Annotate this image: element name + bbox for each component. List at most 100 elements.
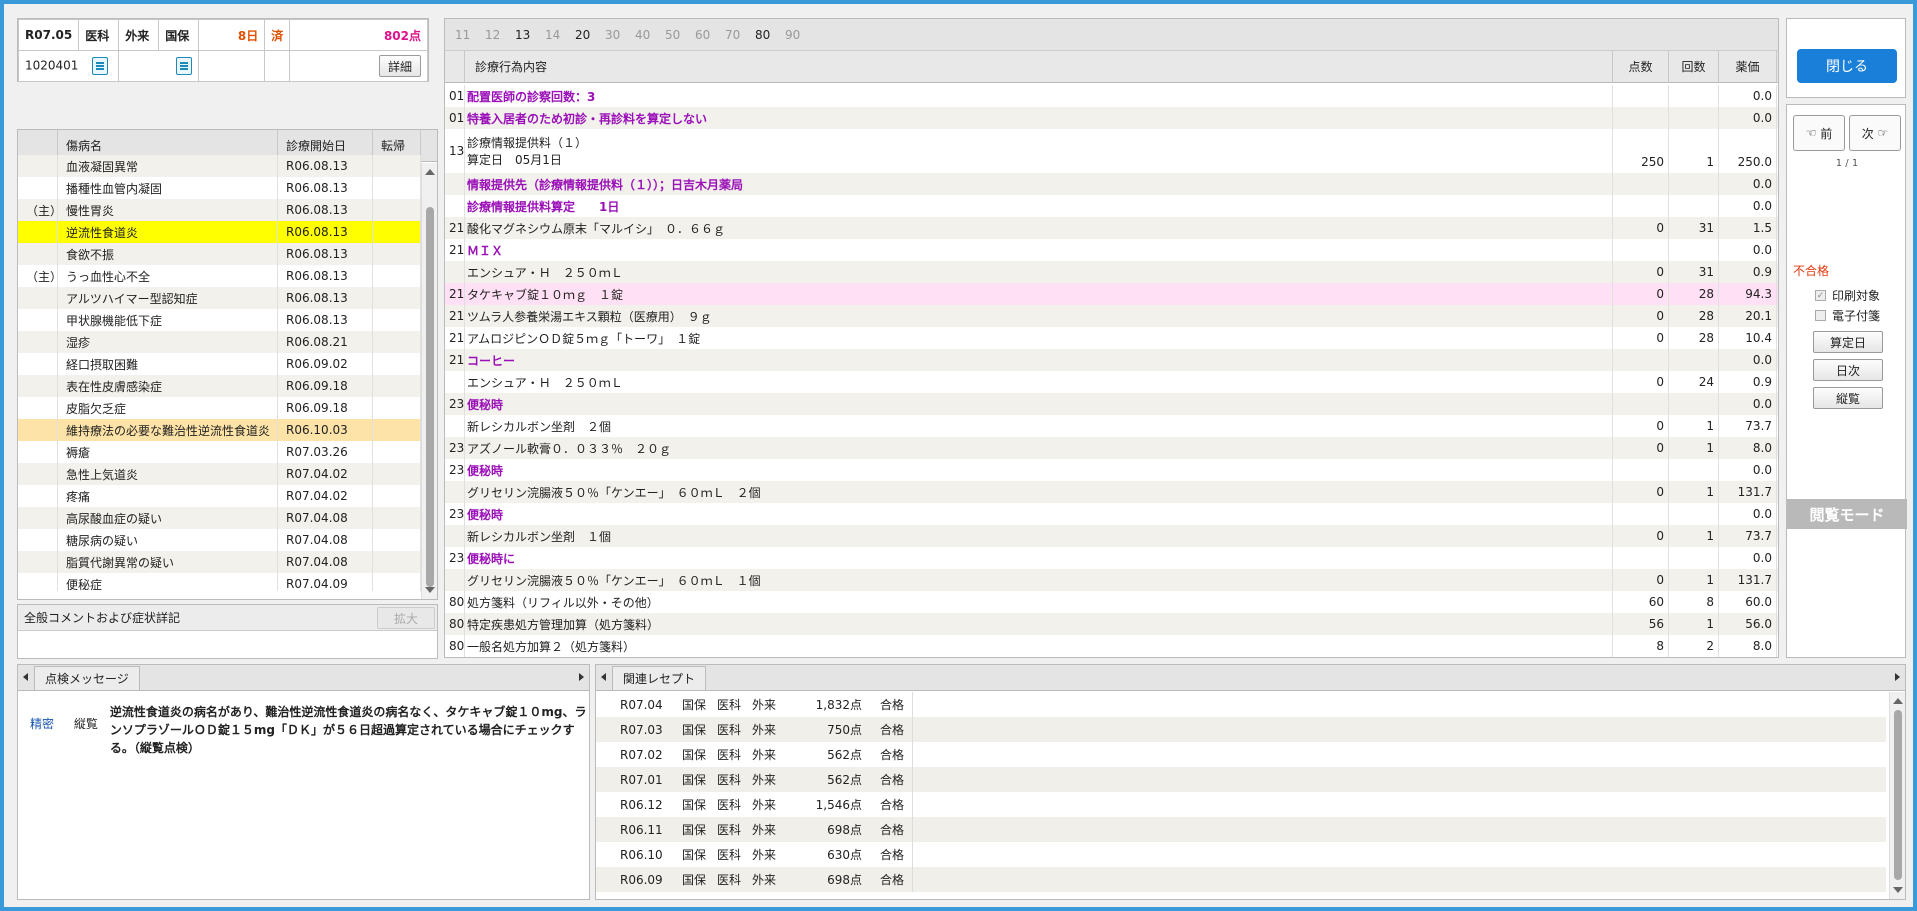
treatment-row[interactable]: 情報提供先（診療情報提供料（１））；日吉木月薬局 0.0 bbox=[445, 173, 1778, 195]
disease-row[interactable]: 高尿酸血症の疑い R07.04.08 bbox=[18, 507, 421, 529]
tab-category[interactable]: 70 bbox=[725, 28, 755, 42]
disease-main-mark bbox=[18, 177, 58, 199]
related-receipt-row[interactable]: R06.12 国保 医科 外来 1,546点 合格 bbox=[596, 792, 1886, 817]
disease-row[interactable]: 疼痛 R07.04.02 bbox=[18, 485, 421, 507]
checkbox-unchecked-icon[interactable] bbox=[1815, 310, 1826, 321]
document-icon[interactable] bbox=[92, 57, 109, 75]
calc-day-button[interactable]: 算定日 bbox=[1813, 331, 1883, 353]
disease-scrollbar[interactable] bbox=[421, 163, 437, 599]
document-icon[interactable] bbox=[176, 57, 193, 75]
print-target-checkbox[interactable]: ✓ 印刷対象 bbox=[1815, 287, 1880, 304]
daily-button[interactable]: 日次 bbox=[1813, 359, 1883, 381]
disease-row[interactable]: 逆流性食道炎 R06.08.13 bbox=[18, 221, 421, 243]
disease-row[interactable]: （主）うっ血性心不全R06.08.13 bbox=[18, 265, 421, 287]
disease-row[interactable]: 便秘症 R07.04.09 bbox=[18, 573, 421, 591]
treatment-row[interactable]: エンシュア・Ｈ ２５０ｍＬ 0 31 0.9 bbox=[445, 261, 1778, 283]
close-button[interactable]: 閉じる bbox=[1797, 49, 1897, 83]
disease-row[interactable]: 褥瘡 R07.03.26 bbox=[18, 441, 421, 463]
tab-category[interactable]: 14 bbox=[545, 28, 575, 42]
tab-category[interactable]: 40 bbox=[635, 28, 665, 42]
chevron-right-icon[interactable] bbox=[1895, 673, 1900, 681]
tab-category[interactable]: 20 bbox=[575, 28, 605, 42]
treatment-row[interactable]: 21 アムロジピンＯＤ錠５ｍｇ「トーワ」 １錠 0 28 10.4 bbox=[445, 327, 1778, 349]
related-receipt-row[interactable]: R07.01 国保 医科 外来 562点 合格 bbox=[596, 767, 1886, 792]
disease-row[interactable]: 表在性皮膚感染症 R06.09.18 bbox=[18, 375, 421, 397]
related-scrollbar[interactable] bbox=[1889, 692, 1905, 899]
treatment-row[interactable]: 23 便秘時 0.0 bbox=[445, 503, 1778, 525]
treatment-line: 便秘時 bbox=[467, 463, 504, 478]
expand-button[interactable]: 拡大 bbox=[377, 607, 435, 629]
treatment-row[interactable]: 13 診療情報提供料（１） 算定日 05月1日 250 1 250.0 bbox=[445, 129, 1778, 173]
detail-button[interactable]: 詳細 bbox=[378, 55, 421, 77]
tab-category[interactable]: 60 bbox=[695, 28, 725, 42]
tab-category[interactable]: 90 bbox=[785, 28, 815, 42]
treatment-row[interactable]: 01 特養入居者のため初診・再診料を算定しない 0.0 bbox=[445, 107, 1778, 129]
related-receipt-row[interactable]: R06.11 国保 医科 外来 698点 合格 bbox=[596, 817, 1886, 842]
treatment-content: 情報提供先（診療情報提供料（１））；日吉木月薬局 bbox=[465, 173, 1613, 195]
treatment-row[interactable]: エンシュア・Ｈ ２５０ｍＬ 0 24 0.9 bbox=[445, 371, 1778, 393]
treatment-row[interactable]: 21 コーヒー 0.0 bbox=[445, 349, 1778, 371]
disease-row[interactable]: 湿疹 R06.08.21 bbox=[18, 331, 421, 353]
treatment-row[interactable]: 21 タケキャブ錠１０ｍｇ １錠 0 28 94.3 bbox=[445, 283, 1778, 305]
disease-row[interactable]: 脂質代謝異常の疑い R07.04.08 bbox=[18, 551, 421, 573]
tab-category[interactable]: 50 bbox=[665, 28, 695, 42]
treatment-row[interactable]: 診療情報提供料算定 1日 0.0 bbox=[445, 195, 1778, 217]
disease-row[interactable]: 糖尿病の疑い R07.04.08 bbox=[18, 529, 421, 551]
e-attach-checkbox[interactable]: 電子付箋 bbox=[1815, 307, 1880, 324]
scroll-down-icon[interactable] bbox=[425, 587, 435, 593]
disease-row[interactable]: 甲状腺機能低下症 R06.08.13 bbox=[18, 309, 421, 331]
treatment-row[interactable]: 21 ＭＩＸ 0.0 bbox=[445, 239, 1778, 261]
disease-row[interactable]: 維持療法の必要な難治性逆流性食道炎 R06.10.03 bbox=[18, 419, 421, 441]
related-receipt-row[interactable]: R06.10 国保 医科 外来 630点 合格 bbox=[596, 842, 1886, 867]
treatment-row[interactable]: 80 処方箋料（リフィル以外・その他） 60 8 60.0 bbox=[445, 591, 1778, 613]
scroll-up-icon[interactable] bbox=[1893, 698, 1903, 704]
tab-category[interactable]: 11 bbox=[455, 28, 485, 42]
related-receipt-row[interactable]: R07.03 国保 医科 外来 750点 合格 bbox=[596, 717, 1886, 742]
disease-outcome bbox=[373, 375, 421, 397]
tab-category[interactable]: 12 bbox=[485, 28, 515, 42]
treatment-row[interactable]: 23 アズノール軟膏０．０３３％ ２０ｇ 0 1 8.0 bbox=[445, 437, 1778, 459]
disease-row[interactable]: 血液凝固異常 R06.08.13 bbox=[18, 155, 421, 177]
disease-row[interactable]: 急性上気道炎 R07.04.02 bbox=[18, 463, 421, 485]
related-receipt-row[interactable]: R07.02 国保 医科 外来 562点 合格 bbox=[596, 742, 1886, 767]
tab-check-message[interactable]: 点検メッセージ bbox=[34, 666, 140, 690]
treatment-row[interactable]: 01 配置医師の診察回数：3 0.0 bbox=[445, 85, 1778, 107]
chevron-left-icon[interactable] bbox=[23, 673, 28, 681]
treatment-row[interactable]: 23 便秘時 0.0 bbox=[445, 393, 1778, 415]
tab-category[interactable]: 13 bbox=[515, 28, 545, 42]
prev-button[interactable]: ☜ 前 bbox=[1793, 115, 1845, 151]
treatment-row[interactable]: 新レシカルボン坐剤 ２個 0 1 73.7 bbox=[445, 415, 1778, 437]
scroll-down-icon[interactable] bbox=[1893, 887, 1903, 893]
chevron-left-icon[interactable] bbox=[601, 673, 606, 681]
related-receipt-row[interactable]: R06.09 国保 医科 外来 698点 合格 bbox=[596, 867, 1886, 892]
disease-row[interactable]: 皮脂欠乏症 R06.09.18 bbox=[18, 397, 421, 419]
treatment-row[interactable]: 23 便秘時 0.0 bbox=[445, 459, 1778, 481]
tab-category[interactable]: 30 bbox=[605, 28, 635, 42]
treatment-row[interactable]: 21 酸化マグネシウム原末「マルイシ」 ０．６６ｇ 0 31 1.5 bbox=[445, 217, 1778, 239]
vertical-review-button[interactable]: 縦覧 bbox=[1813, 387, 1883, 409]
scroll-thumb[interactable] bbox=[1894, 710, 1902, 880]
related-receipt-row[interactable]: R07.04 国保 医科 外来 1,832点 合格 bbox=[596, 692, 1886, 717]
scroll-thumb[interactable] bbox=[426, 207, 434, 587]
treatment-row[interactable]: 80 一般名処方加算２（処方箋料） 8 2 8.0 bbox=[445, 635, 1778, 657]
treatment-row[interactable]: 新レシカルボン坐剤 １個 0 1 73.7 bbox=[445, 525, 1778, 547]
checkbox-checked-icon[interactable]: ✓ bbox=[1815, 290, 1826, 301]
e-attach-label: 電子付箋 bbox=[1832, 309, 1881, 323]
treatment-row[interactable]: 23 便秘時に 0.0 bbox=[445, 547, 1778, 569]
disease-row[interactable]: アルツハイマー型認知症 R06.08.13 bbox=[18, 287, 421, 309]
treatment-row[interactable]: 21 ツムラ人参養栄湯エキス顆粒（医療用） ９ｇ 0 28 20.1 bbox=[445, 305, 1778, 327]
chevron-right-icon[interactable] bbox=[579, 673, 584, 681]
treatment-row[interactable]: グリセリン浣腸液５０％「ケンエー」 ６０ｍＬ １個 0 1 131.7 bbox=[445, 569, 1778, 591]
scroll-up-icon[interactable] bbox=[425, 169, 435, 175]
next-button[interactable]: 次 ☞ bbox=[1849, 115, 1901, 151]
check-message-item[interactable]: 精密 縦覧 逆流性食道炎の病名があり、難治性逆流性食道炎の病名なく、タケキャブ錠… bbox=[18, 691, 589, 757]
disease-outcome bbox=[373, 353, 421, 375]
tab-category[interactable]: 80 bbox=[755, 28, 785, 42]
treatment-row[interactable]: 80 特定疾患処方管理加算（処方箋料） 56 1 56.0 bbox=[445, 613, 1778, 635]
disease-row[interactable]: 食欲不振 R06.08.13 bbox=[18, 243, 421, 265]
disease-row[interactable]: 経口摂取困難 R06.09.02 bbox=[18, 353, 421, 375]
disease-row[interactable]: 播種性血管内凝固 R06.08.13 bbox=[18, 177, 421, 199]
tab-related-receipts[interactable]: 関連レセプト bbox=[612, 666, 707, 690]
treatment-row[interactable]: グリセリン浣腸液５０％「ケンエー」 ６０ｍＬ ２個 0 1 131.7 bbox=[445, 481, 1778, 503]
disease-row[interactable]: （主）慢性胃炎R06.08.13 bbox=[18, 199, 421, 221]
